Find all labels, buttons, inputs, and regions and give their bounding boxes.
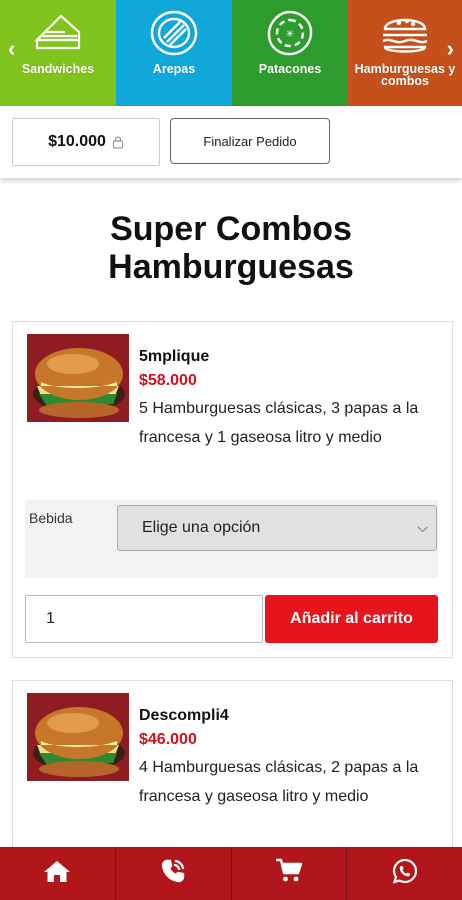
product-price: $58.000 <box>139 372 197 389</box>
nav-whatsapp[interactable] <box>347 847 462 900</box>
whatsapp-icon <box>392 858 418 889</box>
nav-cart[interactable] <box>232 847 348 900</box>
category-patacones[interactable]: ✳ Patacones <box>232 0 348 106</box>
category-label: Sandwiches <box>21 62 95 76</box>
category-hamburguesas[interactable]: Hamburguesas y combos › <box>348 0 462 106</box>
page-title: Super Combos Hamburguesas <box>108 210 354 286</box>
product-options: Bebida Elige una opción ⌵ <box>25 500 438 578</box>
phone-icon <box>160 858 186 889</box>
cart-icon <box>275 858 303 889</box>
product-image[interactable] <box>27 693 129 781</box>
chevron-down-icon: ⌵ <box>417 519 428 535</box>
option-label: Bebida <box>29 510 73 526</box>
home-icon <box>43 859 71 888</box>
nav-home[interactable] <box>0 847 116 900</box>
category-label: Hamburguesas y combos <box>354 62 456 88</box>
category-arepas[interactable]: Arepas <box>116 0 232 106</box>
sandwich-icon <box>30 6 86 60</box>
lock-icon <box>112 135 124 149</box>
product-name[interactable]: Descompli4 <box>139 707 229 725</box>
drink-select[interactable]: Elige una opción ⌵ <box>117 505 437 551</box>
arepa-icon <box>146 6 202 60</box>
cart-total[interactable]: $10.000 <box>12 118 160 166</box>
product-image[interactable] <box>27 334 129 422</box>
category-carousel: Sandwiches ‹ Arepas ✳ Patacones Hamburgu… <box>0 0 462 106</box>
product-description: 5 Hamburguesas clásicas, 3 papas a la fr… <box>139 400 419 446</box>
category-label: Patacones <box>258 62 322 76</box>
bottom-nav <box>0 847 462 900</box>
cart-total-value: $10.000 <box>48 133 106 150</box>
finalize-order-button[interactable]: Finalizar Pedido <box>170 118 330 164</box>
chevron-right-icon[interactable]: › <box>447 36 454 62</box>
svg-text:✳: ✳ <box>286 29 294 40</box>
add-to-cart-button[interactable]: Añadir al carrito <box>265 595 438 643</box>
cart-bar: $10.000 Finalizar Pedido <box>0 106 462 178</box>
quantity-input[interactable]: 1 <box>25 595 263 643</box>
product-card: 5mplique $58.000 5 Hamburguesas clásicas… <box>12 321 453 658</box>
burger-icon <box>377 6 433 60</box>
chevron-left-icon[interactable]: ‹ <box>8 36 15 62</box>
product-description: 4 Hamburguesas clásicas, 2 papas a la fr… <box>139 759 419 805</box>
category-label: Arepas <box>152 62 196 76</box>
product-name[interactable]: 5mplique <box>139 348 209 366</box>
patacon-icon: ✳ <box>262 6 318 60</box>
category-sandwiches[interactable]: Sandwiches ‹ <box>0 0 116 106</box>
product-price: $46.000 <box>139 731 197 748</box>
drink-select-value: Elige una opción <box>142 519 261 536</box>
nav-call[interactable] <box>116 847 232 900</box>
